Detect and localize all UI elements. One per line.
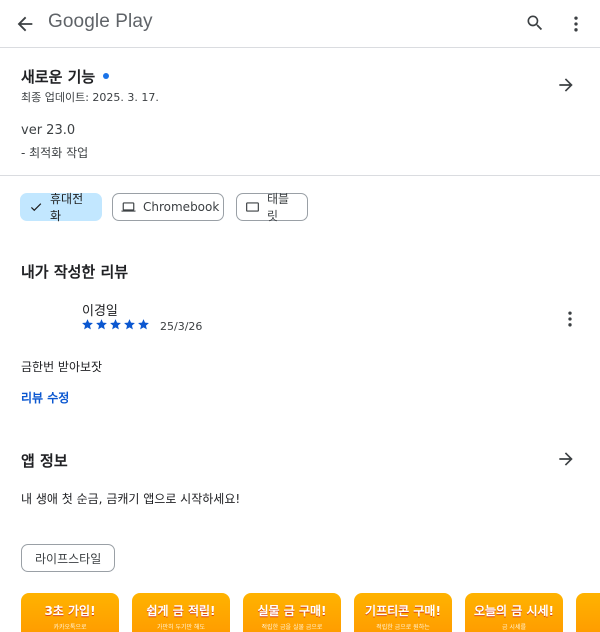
device-chip-label: 휴대전화 bbox=[50, 192, 84, 223]
review-date: 25/3/26 bbox=[160, 320, 203, 333]
screenshot-title: 기프티콘 구매! bbox=[365, 604, 441, 618]
check-icon bbox=[30, 203, 42, 212]
whats-new-title[interactable]: 새로운 기능 bbox=[21, 66, 110, 87]
version-text: ver 23.0 bbox=[21, 123, 76, 138]
back-arrow-icon[interactable] bbox=[14, 13, 36, 35]
tablet-icon bbox=[246, 202, 259, 212]
section-divider bbox=[0, 175, 600, 176]
screenshot-title: 실물 금 구매! bbox=[257, 604, 327, 618]
device-chip-tablet[interactable]: 태블릿 bbox=[236, 192, 308, 223]
star-icon bbox=[96, 319, 107, 330]
new-indicator-dot bbox=[103, 73, 110, 79]
review-body-text: 금한번 받아보잣 bbox=[21, 360, 103, 374]
screenshot-thumbnail[interactable]: 3초 가입! 카카오톡으로 bbox=[21, 593, 119, 632]
star-rating bbox=[81, 318, 150, 331]
about-app-arrow-icon[interactable] bbox=[556, 449, 576, 469]
star-icon bbox=[82, 319, 93, 330]
device-chip-label: 태블릿 bbox=[267, 192, 290, 223]
screenshot-title: 쉽게 금 적립! bbox=[146, 604, 216, 618]
screenshot-subtitle: 카카오톡으로 bbox=[53, 624, 87, 631]
device-chip-phone[interactable]: 휴대전화 bbox=[20, 192, 102, 223]
device-chip-label: Chromebook bbox=[143, 200, 220, 214]
app-description: 내 생애 첫 순금, 금캐기 앱으로 시작하세요! bbox=[21, 492, 241, 506]
edit-review-link[interactable]: 리뷰 수정 bbox=[21, 389, 69, 406]
star-icon bbox=[138, 319, 149, 330]
screenshot-thumbnail[interactable]: 실물 금 구매! 적립한 금을 실물 금으로 bbox=[243, 593, 341, 632]
star-icon bbox=[124, 319, 135, 330]
screenshot-carousel[interactable]: 3초 가입! 카카오톡으로 쉽게 금 적립! 가만히 두기만 해도 실물 금 구… bbox=[21, 593, 600, 632]
screenshot-thumbnail[interactable]: 기프티콘 구매! 적립한 금으로 원하는 bbox=[354, 593, 452, 632]
whats-new-title-label: 새로운 기능 bbox=[21, 68, 96, 86]
review-more-vert-icon[interactable] bbox=[560, 309, 580, 329]
screenshot-title: 3초 가입! bbox=[44, 604, 96, 618]
release-note-text: - 최적화 작업 bbox=[21, 146, 89, 160]
search-icon[interactable] bbox=[525, 13, 545, 33]
google-play-brand: Google Play bbox=[48, 11, 153, 32]
screenshot-thumbnail[interactable] bbox=[576, 593, 600, 632]
whats-new-arrow-icon[interactable] bbox=[556, 75, 576, 95]
about-app-title[interactable]: 앱 정보 bbox=[21, 450, 68, 471]
screenshot-thumbnail[interactable]: 쉽게 금 적립! 가만히 두기만 해도 bbox=[132, 593, 230, 632]
screenshot-title: 오늘의 금 시세! bbox=[473, 604, 555, 618]
screenshot-subtitle: 가만히 두기만 해도 bbox=[157, 624, 205, 631]
screenshot-subtitle: 적립한 금으로 원하는 bbox=[376, 624, 430, 631]
reviewer-name: 이경일 bbox=[82, 304, 118, 319]
screenshot-subtitle: 적립한 금을 실물 금으로 bbox=[261, 624, 323, 631]
screenshot-thumbnail[interactable]: 오늘의 금 시세! 금 시세를 bbox=[465, 593, 563, 632]
screenshot-subtitle: 금 시세를 bbox=[502, 624, 526, 631]
laptop-icon bbox=[121, 202, 136, 212]
app-bar: Google Play bbox=[0, 0, 600, 48]
device-chip-chromebook[interactable]: Chromebook bbox=[112, 193, 224, 221]
last-updated-text: 최종 업데이트: 2025. 3. 17. bbox=[21, 91, 159, 104]
more-vert-icon[interactable] bbox=[566, 13, 586, 35]
my-review-title: 내가 작성한 리뷰 bbox=[21, 263, 129, 281]
category-chip[interactable]: 라이프스타일 bbox=[21, 544, 116, 572]
star-icon bbox=[110, 319, 121, 330]
